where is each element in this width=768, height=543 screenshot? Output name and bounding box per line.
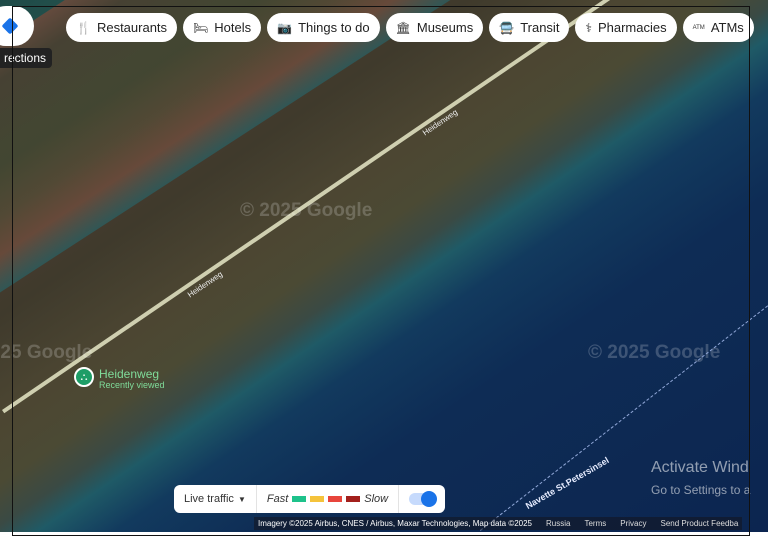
bus-icon: 🚍 [499, 20, 515, 35]
ferry-route-label: Navette St.Petersinsel [523, 455, 611, 511]
category-chips: 🍴 Restaurants 🛏 Hotels 📷 Things to do 🏛 Museums… [66, 13, 754, 42]
museum-icon: 🏛 [395, 20, 411, 35]
chip-label: Things to do [298, 20, 370, 35]
bed-icon: 🛏 [193, 20, 209, 35]
chip-label: Pharmacies [597, 20, 667, 35]
directions-tooltip: rections [0, 48, 53, 68]
chip-transit[interactable]: 🚍 Transit [489, 13, 570, 42]
terms-link[interactable]: Terms [584, 519, 606, 528]
map-watermark: © 2025 Google [240, 200, 373, 221]
legend-swatch [310, 496, 325, 502]
chip-pharmacies[interactable]: ⚕ Pharmacies [575, 13, 677, 42]
feedback-link[interactable]: Send Product Feedba [660, 519, 738, 528]
atm-icon: ATM [692, 24, 705, 31]
chip-museums[interactable]: 🏛 Museums [385, 13, 484, 42]
place-name[interactable]: Heidenweg [99, 367, 159, 381]
legend-swatch [328, 496, 343, 502]
legend-slow: Slow [364, 493, 389, 505]
activation-watermark-subtitle: Go to Settings to a [651, 483, 751, 497]
chip-label: Transit [520, 20, 560, 35]
attribution-bar: Imagery ©2025 Airbus, CNES / Airbus, Max… [254, 517, 743, 530]
activation-watermark-title: Activate Wind [651, 459, 749, 476]
imagery-credit: Imagery ©2025 Airbus, CNES / Airbus, Max… [258, 519, 533, 528]
place-pin-icon[interactable]: ⛬ [74, 367, 94, 387]
dropdown-caret-icon: ▼ [237, 494, 246, 504]
chip-restaurants[interactable]: 🍴 Restaurants [66, 13, 178, 42]
traffic-toggle[interactable] [399, 485, 445, 513]
chip-label: ATMs [710, 20, 744, 35]
traffic-legend: Fast Slow [257, 485, 400, 513]
chip-label: Hotels [214, 20, 252, 35]
directions-icon [1, 17, 19, 35]
pharmacy-icon: ⚕ [585, 20, 592, 35]
satellite-map[interactable]: Heidenweg Heidenweg © 2025 Google © 2025… [0, 0, 768, 532]
live-traffic-dropdown[interactable]: Live traffic ▼ [174, 485, 257, 513]
chip-things-to-do[interactable]: 📷 Things to do [267, 13, 380, 42]
camera-icon: 📷 [277, 20, 293, 35]
region-link[interactable]: Russia [546, 519, 570, 528]
map-watermark: © 2025 Google [588, 342, 721, 363]
chip-atms[interactable]: ATM ATMs [682, 13, 754, 42]
legend-fast: Fast [266, 493, 289, 505]
privacy-link[interactable]: Privacy [620, 519, 646, 528]
traffic-panel: Live traffic ▼ Fast Slow [174, 485, 446, 513]
place-subtitle: Recently viewed [99, 380, 165, 390]
map-watermark: © 2025 Google [0, 342, 93, 363]
legend-swatch [292, 496, 307, 502]
live-traffic-label: Live traffic [184, 493, 234, 505]
legend-swatch [346, 496, 361, 502]
chip-label: Restaurants [96, 20, 168, 35]
fork-knife-icon: 🍴 [76, 20, 91, 35]
chip-hotels[interactable]: 🛏 Hotels [183, 13, 262, 42]
chip-label: Museums [416, 20, 474, 35]
